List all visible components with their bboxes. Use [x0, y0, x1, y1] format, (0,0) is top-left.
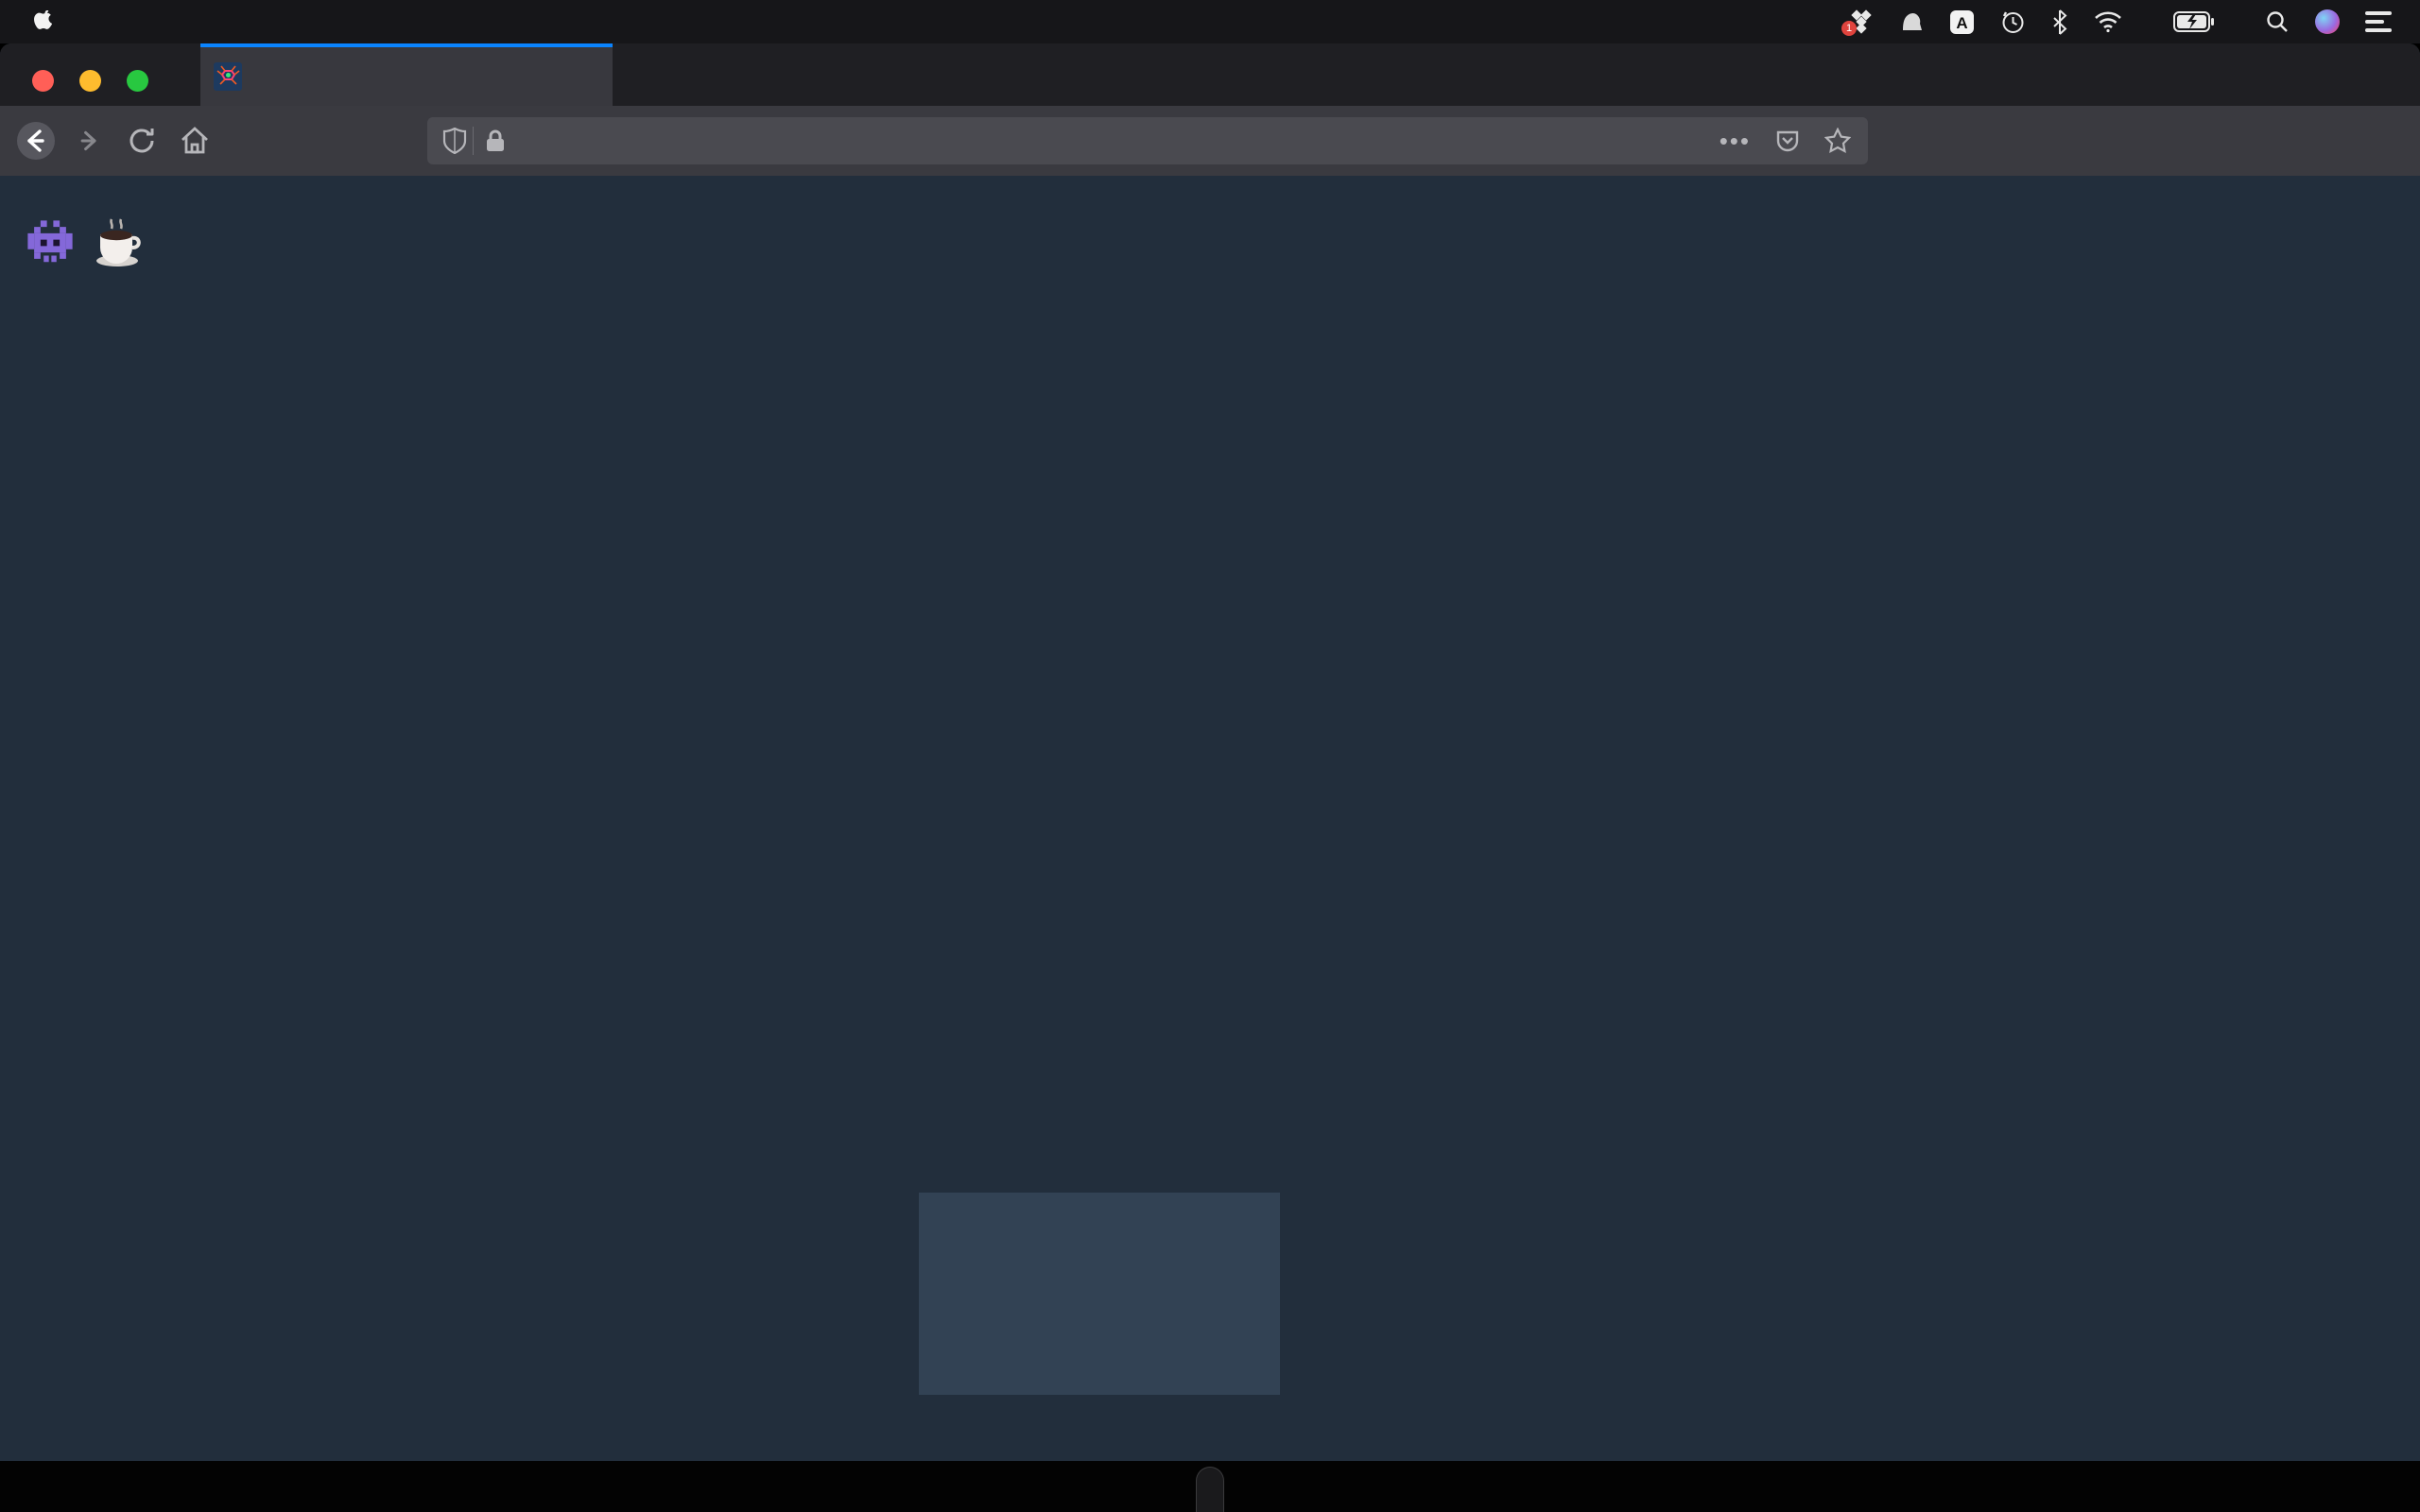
page-content	[0, 176, 2420, 1461]
apple-logo-icon	[34, 10, 53, 33]
plot-legend	[919, 1193, 1280, 1395]
screen: 1 A	[0, 0, 2420, 1512]
bookmark-star-icon[interactable]	[1824, 128, 1851, 154]
close-window-button[interactable]	[32, 70, 54, 92]
dropbox-status-icon[interactable]: 1	[1849, 9, 1874, 34]
input-source-icon[interactable]: A	[1949, 9, 1975, 35]
coffee-emoji	[93, 217, 146, 268]
page-header-icons	[25, 217, 163, 268]
navigation-toolbar: •••	[0, 106, 2420, 176]
alien-monster-emoji	[25, 217, 76, 268]
tab-hexapod-simulator[interactable]	[200, 43, 613, 106]
bluetooth-icon[interactable]	[2051, 9, 2068, 35]
svg-text:A: A	[1956, 14, 1967, 32]
tab-favicon	[214, 62, 242, 91]
url-bar[interactable]: •••	[427, 117, 1868, 164]
hexapod-3d-plot[interactable]	[918, 332, 2420, 1396]
wifi-icon[interactable]	[2094, 10, 2122, 33]
siri-icon[interactable]	[2315, 9, 2340, 34]
tab-bar	[0, 43, 2420, 106]
reload-button[interactable]	[115, 114, 168, 167]
app-blob-icon[interactable]	[1899, 9, 1924, 34]
time-machine-icon[interactable]	[2000, 9, 2026, 35]
macos-menu-bar: 1 A	[0, 0, 2420, 43]
back-button[interactable]	[9, 114, 62, 167]
dock	[1196, 1467, 1224, 1512]
forward-button[interactable]	[62, 114, 115, 167]
home-button[interactable]	[168, 114, 221, 167]
lock-icon[interactable]	[485, 129, 506, 153]
control-center-icon[interactable]	[2365, 11, 2392, 32]
tracking-protection-shield-icon[interactable]	[442, 128, 467, 154]
apple-menu[interactable]	[0, 10, 72, 33]
battery-icon[interactable]	[2173, 11, 2215, 32]
zoom-window-button[interactable]	[127, 70, 148, 92]
url-divider	[473, 127, 474, 155]
spotlight-icon[interactable]	[2266, 10, 2290, 34]
dropbox-badge: 1	[1841, 21, 1857, 36]
minimize-window-button[interactable]	[79, 70, 101, 92]
page-actions-icon[interactable]: •••	[1720, 127, 1751, 156]
firefox-window: •••	[0, 43, 2420, 1461]
pocket-icon[interactable]	[1775, 129, 1800, 153]
